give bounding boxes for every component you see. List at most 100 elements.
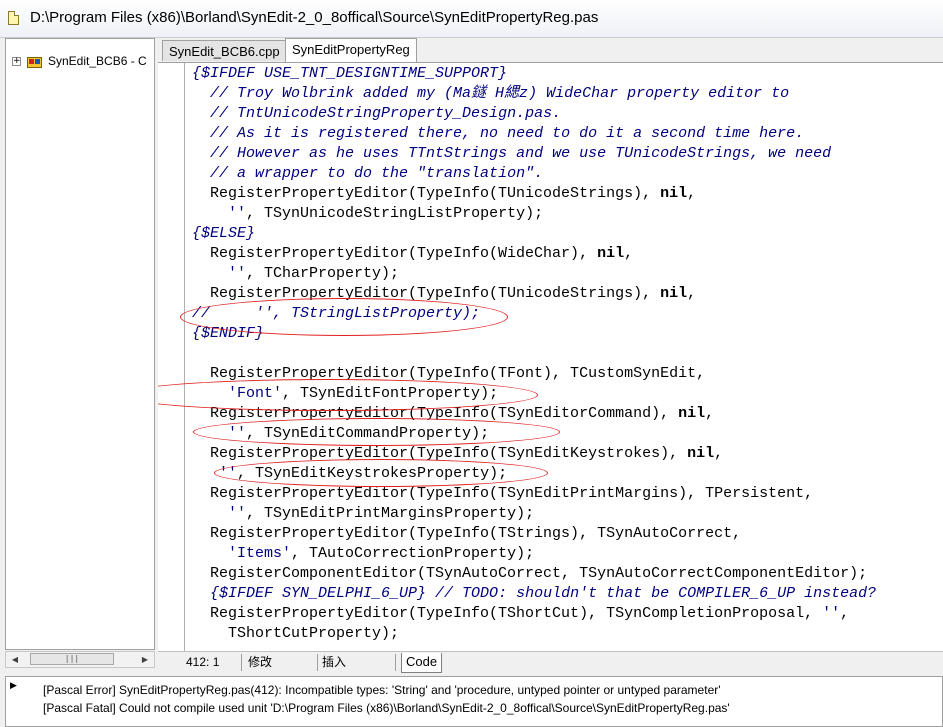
- code-token: {$IFDEF USE_TNT_DESIGNTIME_SUPPORT}: [192, 65, 508, 82]
- title-bar: D:\Program Files (x86)\Borland\SynEdit-2…: [0, 0, 943, 38]
- expand-icon[interactable]: +: [12, 57, 21, 66]
- code-token: '': [228, 205, 247, 222]
- code-line[interactable]: // TntUnicodeStringProperty_Design.pas.: [192, 104, 876, 124]
- code-text[interactable]: {$IFDEF USE_TNT_DESIGNTIME_SUPPORT} // T…: [192, 64, 876, 644]
- message-fatal[interactable]: [Pascal Fatal] Could not compile used un…: [43, 701, 730, 715]
- code-token: RegisterPropertyEditor(TypeInfo(TShortCu…: [192, 605, 823, 622]
- code-token: RegisterPropertyEditor(TypeInfo(WideChar…: [192, 245, 598, 262]
- code-token: , TSynEditCommandProperty);: [246, 425, 490, 442]
- code-line[interactable]: '', TSynEditCommandProperty);: [192, 424, 876, 444]
- code-line[interactable]: // However as he uses TTntStrings and we…: [192, 144, 876, 164]
- code-line[interactable]: RegisterPropertyEditor(TypeInfo(TSynEdit…: [192, 484, 876, 504]
- code-line[interactable]: RegisterPropertyEditor(TypeInfo(TShortCu…: [192, 604, 876, 624]
- code-line[interactable]: {$IFDEF SYN_DELPHI_6_UP} // TODO: should…: [192, 584, 876, 604]
- code-token: '': [822, 605, 841, 622]
- code-token: // a wrapper to do the "translation".: [210, 165, 544, 182]
- code-token: RegisterPropertyEditor(TypeInfo(TUnicode…: [192, 185, 661, 202]
- tab-synedit-bcb6-cpp[interactable]: SynEdit_BCB6.cpp: [162, 40, 287, 61]
- code-token: , TSynEditFontProperty);: [282, 385, 499, 402]
- code-line[interactable]: TShortCutProperty);: [192, 624, 876, 644]
- code-line[interactable]: RegisterPropertyEditor(TypeInfo(TSynEdit…: [192, 404, 876, 424]
- code-token: , TCharProperty);: [246, 265, 400, 282]
- code-line[interactable]: RegisterPropertyEditor(TypeInfo(TUnicode…: [192, 284, 876, 304]
- code-token: TShortCutProperty);: [192, 625, 400, 642]
- code-token: {$ENDIF}: [192, 325, 265, 342]
- tree-item-label: SynEdit_BCB6 - C: [48, 54, 147, 68]
- code-token: nil: [660, 285, 688, 302]
- code-token: ,: [714, 445, 724, 462]
- code-token: nil: [597, 245, 625, 262]
- code-line[interactable]: // '', TStringListProperty);: [192, 304, 876, 324]
- code-line[interactable]: '', TCharProperty);: [192, 264, 876, 284]
- code-token: // '', TStringListProperty);: [192, 305, 481, 322]
- gutter-divider: [184, 63, 185, 651]
- messages-panel: ▶ [Pascal Error] SynEditPropertyReg.pas(…: [5, 676, 943, 727]
- message-error[interactable]: [Pascal Error] SynEditPropertyReg.pas(41…: [43, 683, 721, 697]
- code-token: RegisterPropertyEditor(TypeInfo(TSynEdit…: [192, 485, 814, 502]
- scroll-left-arrow-icon[interactable]: ◀: [7, 652, 23, 667]
- code-line[interactable]: 'Items', TAutoCorrectionProperty);: [192, 544, 876, 564]
- code-token: nil: [687, 445, 715, 462]
- code-line[interactable]: [192, 344, 876, 364]
- code-token: RegisterPropertyEditor(TypeInfo(TFont), …: [192, 365, 706, 382]
- code-token: '': [228, 505, 247, 522]
- document-icon: [8, 11, 19, 25]
- code-editor[interactable]: {$IFDEF USE_TNT_DESIGNTIME_SUPPORT} // T…: [158, 62, 943, 651]
- code-token: // However as he uses TTntStrings and we…: [210, 145, 832, 162]
- code-token: 'Font': [228, 385, 283, 402]
- code-token: '': [228, 425, 247, 442]
- code-token: '': [228, 265, 247, 282]
- project-icon: [27, 57, 42, 68]
- code-token: {$ELSE}: [192, 225, 256, 242]
- code-token: , TSynUnicodeStringListProperty);: [246, 205, 544, 222]
- code-token: 'Items': [228, 545, 292, 562]
- code-token: , TSynEditPrintMarginsProperty);: [246, 505, 535, 522]
- modified-indicator: 修改: [244, 654, 318, 671]
- code-token: ,: [840, 605, 850, 622]
- code-line[interactable]: RegisterPropertyEditor(TypeInfo(TFont), …: [192, 364, 876, 384]
- code-line[interactable]: {$ELSE}: [192, 224, 876, 244]
- code-line[interactable]: '', TSynUnicodeStringListProperty);: [192, 204, 876, 224]
- code-token: RegisterComponentEditor(TSynAutoCorrect,…: [192, 565, 868, 582]
- code-line[interactable]: {$ENDIF}: [192, 324, 876, 344]
- code-token: // As it is registered there, no need to…: [210, 125, 805, 142]
- code-line[interactable]: // As it is registered there, no need to…: [192, 124, 876, 144]
- code-token: RegisterPropertyEditor(TypeInfo(TSynEdit…: [192, 445, 688, 462]
- code-token: ,: [705, 405, 715, 422]
- code-line[interactable]: '', TSynEditPrintMarginsProperty);: [192, 504, 876, 524]
- status-bar: 412: 1 修改 插入 Code: [158, 651, 943, 673]
- code-token: ,: [687, 185, 697, 202]
- collapse-arrow-icon[interactable]: ▶: [10, 681, 17, 691]
- window-title: D:\Program Files (x86)\Borland\SynEdit-2…: [30, 9, 599, 26]
- code-token: {$IFDEF SYN_DELPHI_6_UP} // TODO: should…: [210, 585, 877, 602]
- code-line[interactable]: '', TSynEditKeystrokesProperty);: [192, 464, 876, 484]
- code-line[interactable]: RegisterPropertyEditor(TypeInfo(TUnicode…: [192, 184, 876, 204]
- code-line[interactable]: // Troy Wolbrink added my (Ma鐩 H緦z) Wide…: [192, 84, 876, 104]
- code-line[interactable]: {$IFDEF USE_TNT_DESIGNTIME_SUPPORT}: [192, 64, 876, 84]
- tab-code-view[interactable]: Code: [401, 653, 443, 673]
- tab-syneditpropertyreg[interactable]: SynEditPropertyReg: [285, 38, 417, 62]
- code-line[interactable]: RegisterPropertyEditor(TypeInfo(TSynEdit…: [192, 444, 876, 464]
- code-line[interactable]: // a wrapper to do the "translation".: [192, 164, 876, 184]
- code-line[interactable]: 'Font', TSynEditFontProperty);: [192, 384, 876, 404]
- scrollbar-thumb[interactable]: |||: [30, 653, 114, 665]
- code-line[interactable]: RegisterPropertyEditor(TypeInfo(TStrings…: [192, 524, 876, 544]
- tree-horizontal-scrollbar[interactable]: ◀ ||| ▶: [5, 651, 155, 668]
- code-line[interactable]: RegisterComponentEditor(TSynAutoCorrect,…: [192, 564, 876, 584]
- insert-mode-indicator: 插入: [320, 654, 396, 671]
- code-token: RegisterPropertyEditor(TypeInfo(TUnicode…: [192, 285, 661, 302]
- project-tree[interactable]: + SynEdit_BCB6 - C: [5, 38, 155, 650]
- scroll-right-arrow-icon[interactable]: ▶: [137, 652, 153, 667]
- editor-tabs: SynEdit_BCB6.cpp SynEditPropertyReg: [158, 38, 943, 62]
- code-line[interactable]: RegisterPropertyEditor(TypeInfo(WideChar…: [192, 244, 876, 264]
- code-token: nil: [678, 405, 706, 422]
